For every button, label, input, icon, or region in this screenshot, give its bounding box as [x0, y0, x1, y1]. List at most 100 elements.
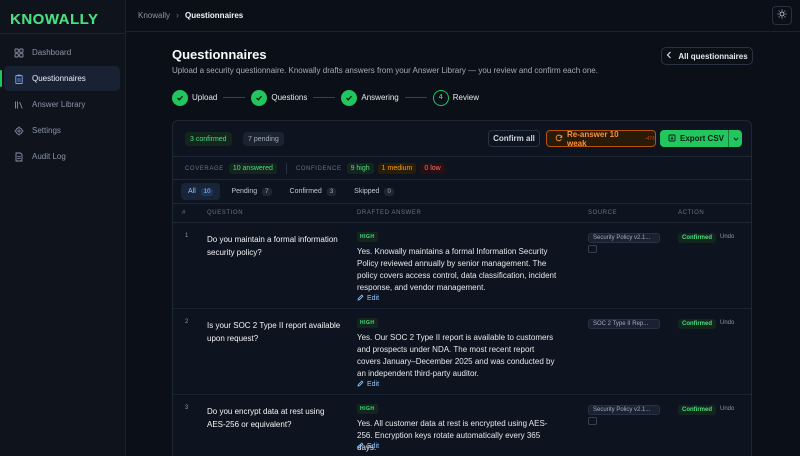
pencil-icon [357, 380, 364, 389]
step-connector [223, 97, 246, 98]
tab-label: Confirmed [289, 188, 322, 195]
check-icon [172, 89, 188, 106]
pending-count-badge: 7 pending [243, 132, 284, 146]
refresh-icon [555, 134, 563, 144]
col-header-num: # [182, 210, 186, 216]
coverage-label: COVERAGE [185, 165, 224, 172]
export-dropdown-toggle[interactable] [728, 130, 742, 147]
edit-answer-link[interactable]: Edit [357, 294, 379, 303]
step-upload: Upload [172, 89, 218, 106]
sidebar-item-dashboard[interactable]: Dashboard [4, 40, 120, 65]
sidebar: KNOWALLY Dashboard Questionnaires Answer… [0, 0, 126, 456]
question-text: Is your SOC 2 Type II report available u… [207, 321, 341, 343]
reanswer-cost: -47¢ [644, 135, 655, 142]
tab-pending[interactable]: Pending 7 [224, 183, 278, 200]
confirm-all-button[interactable]: Confirm all [488, 130, 540, 147]
reanswer-weak-button[interactable]: Re-answer 10 weak -47¢ [546, 129, 656, 148]
chevron-down-icon [732, 134, 739, 143]
source-preview-icon[interactable] [588, 245, 597, 253]
confirmed-count-badge: 3 confirmed [185, 132, 232, 146]
pencil-icon [357, 294, 364, 303]
undo-link[interactable]: Undo [720, 320, 734, 326]
grid-icon [14, 48, 24, 58]
step-label: Answering [361, 93, 399, 102]
breadcrumb-current: Questionnaires [185, 10, 244, 20]
status-badge: Confirmed [678, 233, 716, 243]
step-label: Questions [271, 93, 308, 102]
confidence-high: 9 high [346, 163, 374, 174]
topbar: Knowally › Questionnaires [126, 0, 800, 32]
sidebar-item-label: Dashboard [32, 48, 72, 57]
row-number: 3 [185, 405, 189, 411]
gear-icon [14, 126, 24, 136]
sidebar-item-audit-log[interactable]: Audit Log [4, 144, 120, 169]
theme-toggle-button[interactable] [772, 6, 792, 25]
row-number: 2 [185, 319, 189, 325]
progress-stepper: Upload Questions Answering 4 Review [172, 89, 479, 106]
step-questions: Questions [251, 89, 308, 106]
tab-count: 0 [384, 187, 394, 196]
export-csv-button[interactable]: Export CSV [660, 130, 742, 147]
step-connector [404, 97, 427, 98]
sidebar-item-settings[interactable]: Settings [4, 118, 120, 143]
edit-answer-link[interactable]: Edit [357, 380, 379, 389]
sun-icon [777, 9, 787, 22]
source-chip[interactable]: Security Policy v2.1... [588, 405, 660, 415]
tab-label: Skipped [354, 188, 380, 195]
undo-link[interactable]: Undo [720, 406, 734, 412]
question-text: Do you encrypt data at rest using AES-25… [207, 407, 325, 429]
col-header-answer: DRAFTED ANSWER [357, 210, 422, 216]
pencil-icon [357, 442, 364, 451]
drafted-answer: Yes. Knowally maintains a formal Informa… [357, 247, 557, 292]
confidence-medium: 1 medium [377, 163, 417, 174]
col-header-question: QUESTION [207, 210, 244, 216]
status-badge: Confirmed [678, 319, 716, 329]
confidence-badge: HIGH [357, 404, 378, 414]
review-panel: 3 confirmed 7 pending Confirm all Re-ans… [172, 120, 752, 456]
sidebar-divider [0, 33, 126, 34]
tab-count: 3 [326, 187, 337, 196]
sidebar-item-answer-library[interactable]: Answer Library [4, 92, 120, 117]
chevron-left-icon [666, 51, 672, 61]
table-header: # QUESTION DRAFTED ANSWER SOURCE ACTION [173, 205, 751, 223]
page-title: Questionnaires [172, 47, 267, 62]
sidebar-item-label: Settings [32, 126, 61, 135]
sidebar-item-label: Answer Library [32, 100, 86, 109]
all-questionnaires-button[interactable]: All questionnaires [661, 47, 753, 65]
sidebar-item-questionnaires[interactable]: Questionnaires [0, 66, 120, 91]
breadcrumb-root[interactable]: Knowally [138, 11, 170, 20]
step-review: 4 Review [432, 89, 479, 106]
page-subtitle: Upload a security questionnaire. Knowall… [172, 66, 598, 75]
tab-count: 7 [262, 187, 272, 196]
drafted-answer: Yes. All customer data at rest is encryp… [357, 419, 548, 452]
step-label: Upload [192, 93, 218, 102]
status-badge: Confirmed [678, 405, 716, 415]
clipboard-icon [14, 74, 24, 84]
panel-toolbar: 3 confirmed 7 pending Confirm all Re-ans… [173, 121, 751, 157]
tab-all[interactable]: All 10 [181, 183, 221, 200]
row-number: 1 [185, 233, 189, 239]
step-label: Review [452, 93, 479, 102]
tab-confirmed[interactable]: Confirmed 3 [283, 183, 344, 200]
reanswer-label: Re-answer 10 weak [567, 129, 619, 148]
metrics-divider [285, 163, 287, 174]
source-chip[interactable]: Security Policy v2.1... [588, 233, 660, 243]
source-chip[interactable]: SOC 2 Type II Rep... [588, 319, 660, 329]
edit-answer-link[interactable]: Edit [357, 442, 379, 451]
coverage-value: 10 answered [228, 163, 277, 174]
check-icon [251, 89, 268, 106]
step-connector [313, 97, 336, 98]
app-logo[interactable]: KNOWALLY [10, 10, 98, 28]
table-row: 1 Do you maintain a formal information s… [173, 224, 751, 309]
tab-label: Pending [231, 188, 258, 195]
tab-label: All [188, 188, 196, 195]
confidence-badge: HIGH [357, 232, 378, 242]
undo-link[interactable]: Undo [720, 234, 734, 240]
drafted-answer: Yes. Our SOC 2 Type II report is availab… [357, 333, 555, 378]
col-header-source: SOURCE [588, 210, 618, 216]
library-icon [14, 100, 24, 110]
source-preview-icon[interactable] [588, 417, 597, 425]
tab-skipped[interactable]: Skipped 0 [347, 183, 401, 200]
edit-label: Edit [367, 295, 380, 302]
logo-text: KNOWALLY [10, 10, 99, 28]
